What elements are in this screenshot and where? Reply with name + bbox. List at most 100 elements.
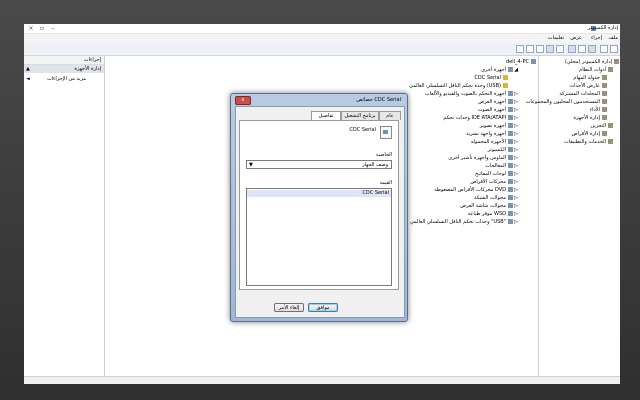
up-level-icon[interactable]: [588, 45, 596, 53]
value-list[interactable]: CDC Serial: [246, 188, 392, 286]
tree-item[interactable]: أجهزة التحكم بالصوت والفيديو والألعاب ▷: [425, 90, 518, 98]
tab-driver[interactable]: برنامج التشغيل: [341, 111, 379, 120]
nav-item[interactable]: إدارة الكمبيوتر (محلي): [565, 58, 619, 66]
tab-general[interactable]: عام: [379, 111, 401, 120]
tree-item[interactable]: أجهزة تصوير ▷: [480, 122, 518, 130]
nav-item-label: التخزين: [590, 123, 606, 129]
update-driver-icon[interactable]: [536, 45, 544, 53]
properties-icon[interactable]: [568, 45, 576, 53]
cancel-button[interactable]: إلغاء الأمر: [274, 303, 304, 312]
property-dropdown[interactable]: ▼ وصف الجهاز: [246, 160, 392, 169]
nav-item[interactable]: إدارة الأقراص: [572, 130, 607, 138]
back-icon[interactable]: [610, 45, 618, 53]
nav-item[interactable]: المجلدات المشتركة: [559, 90, 607, 98]
nav-item-label: إدارة الأقراص: [571, 131, 600, 137]
window-title: إدارة الكمبيوتر: [588, 25, 618, 31]
scan-hardware-icon[interactable]: [546, 45, 554, 53]
expand-icon[interactable]: ▷: [514, 162, 518, 170]
dialog-close-button[interactable]: x: [235, 96, 251, 105]
expand-icon[interactable]: ▷: [514, 138, 518, 146]
tree-item[interactable]: أجهزة العرض ▷: [478, 98, 518, 106]
nav-item[interactable]: إدارة الأجهزة: [573, 114, 607, 122]
nav-item[interactable]: التخزين: [590, 122, 613, 130]
tree-item[interactable]: الماوس وأجهزة تأشير أخرى ▷: [448, 154, 518, 162]
device-tree-root[interactable]: dell_4-PC: [506, 58, 536, 66]
nav-item[interactable]: الخدمات والتطبيقات: [564, 138, 613, 146]
tree-item[interactable]: موفر طباعة WSD ▷: [468, 210, 518, 218]
expand-icon[interactable]: ▷: [514, 98, 518, 106]
menu-help[interactable]: تعليمات: [548, 35, 564, 42]
device-category-icon: [508, 203, 513, 208]
tree-item[interactable]: محركات الأقراص ▷: [470, 178, 518, 186]
status-bar: [24, 376, 620, 384]
tree-item[interactable]: أجهزة أخرى ◢: [481, 66, 518, 74]
more-actions-link[interactable]: مزيد من الإجراءات: [47, 75, 86, 83]
device-name: CDC Serial: [349, 127, 376, 133]
device-manager-icon: [602, 115, 607, 120]
menu-action[interactable]: إجراء: [591, 35, 602, 42]
nav-item[interactable]: جدولة المهام: [573, 74, 607, 82]
tree-item[interactable]: CDC Serial: [474, 74, 508, 82]
tree-item-label: وحدات تحكم IDE ATA/ATAPI: [443, 115, 506, 121]
expand-icon[interactable]: ▷: [514, 218, 518, 226]
forward-icon[interactable]: [600, 45, 608, 53]
tree-item[interactable]: الكمبيوتر ▷: [488, 146, 518, 154]
nav-item[interactable]: المستخدمون المحليون والمجموعات: [526, 98, 607, 106]
tree-item[interactable]: أجهزة الصوت ▷: [478, 106, 518, 114]
uninstall-device-icon[interactable]: [516, 45, 524, 53]
nav-item-label: أدوات النظام: [579, 67, 606, 73]
tree-item[interactable]: المعالجات ▷: [485, 162, 518, 170]
expand-icon[interactable]: ▷: [514, 154, 518, 162]
menu-view[interactable]: عرض: [570, 35, 582, 42]
expand-icon[interactable]: ▷: [514, 90, 518, 98]
expand-icon[interactable]: ▷: [514, 130, 518, 138]
dialog-title: خصائص CDC Serial: [356, 97, 401, 103]
help-icon[interactable]: [556, 45, 564, 53]
tree-item[interactable]: وحدات تحكم IDE ATA/ATAPI ▷: [443, 114, 518, 122]
menu-file[interactable]: ملف: [608, 35, 618, 42]
disable-device-icon[interactable]: [526, 45, 534, 53]
actions-header: إجراءات: [24, 56, 104, 65]
nav-item[interactable]: الأداء: [590, 106, 607, 114]
shared-folders-icon: [602, 91, 607, 96]
nav-item-label: جدولة المهام: [573, 75, 600, 81]
expand-icon[interactable]: ◢: [514, 66, 518, 74]
tree-item[interactable]: محولات شاشة العرض ▷: [460, 202, 518, 210]
device-category-icon: [508, 163, 513, 168]
collapse-arrow-icon[interactable]: ▲: [26, 65, 30, 73]
actions-pane: إجراءات ▲ إدارة الأجهزة ◄ مزيد من الإجرا…: [24, 56, 105, 384]
tree-item[interactable]: محركات الأقراص المضغوطة DVD ▷: [434, 186, 518, 194]
expand-icon[interactable]: ▷: [514, 210, 518, 218]
expand-icon[interactable]: ▷: [514, 106, 518, 114]
toolbar: [24, 43, 620, 56]
expand-icon[interactable]: ▷: [514, 146, 518, 154]
tree-item[interactable]: محولات الشبكة ▷: [474, 194, 518, 202]
root-label: dell_4-PC: [505, 59, 529, 65]
nav-item[interactable]: عارض الأحداث: [569, 82, 607, 90]
tree-item[interactable]: الأجهزة المحمولة ▷: [471, 138, 518, 146]
value-list-item[interactable]: CDC Serial: [247, 190, 391, 197]
expand-icon[interactable]: ▷: [514, 202, 518, 210]
expand-icon[interactable]: ▷: [514, 178, 518, 186]
expand-icon[interactable]: ▷: [514, 170, 518, 178]
device-category-icon: [508, 155, 513, 160]
expand-icon[interactable]: ▷: [514, 114, 518, 122]
maximize-window-icon[interactable]: ▫: [37, 25, 47, 32]
tree-item[interactable]: وحدة تحكم الناقل التسلسلي العالمي (USB): [409, 82, 508, 90]
ok-button[interactable]: موافق: [308, 303, 338, 312]
dialog-tabs: عام برنامج التشغيل تفاصيل: [236, 111, 404, 121]
expand-icon[interactable]: ▷: [514, 122, 518, 130]
expand-icon[interactable]: ▷: [514, 186, 518, 194]
show-hide-tree-icon[interactable]: [578, 45, 586, 53]
menu-bar: ملف إجراء عرض تعليمات: [24, 34, 620, 43]
tree-item[interactable]: لوحات المفاتيح ▷: [475, 170, 518, 178]
minimize-window-icon[interactable]: –: [48, 25, 58, 32]
serial-device-icon: [380, 126, 392, 139]
actions-selected-section[interactable]: ▲ إدارة الأجهزة: [24, 65, 104, 73]
performance-icon: [602, 107, 607, 112]
expand-icon[interactable]: ▷: [514, 194, 518, 202]
tree-item[interactable]: أجهزة واجهة بشرية ▷: [466, 130, 518, 138]
close-window-icon[interactable]: ×: [26, 25, 36, 32]
nav-item[interactable]: أدوات النظام: [579, 66, 613, 74]
tree-item[interactable]: وحدات تحكم الناقل التسلسلي العالمي "USB"…: [410, 218, 518, 226]
